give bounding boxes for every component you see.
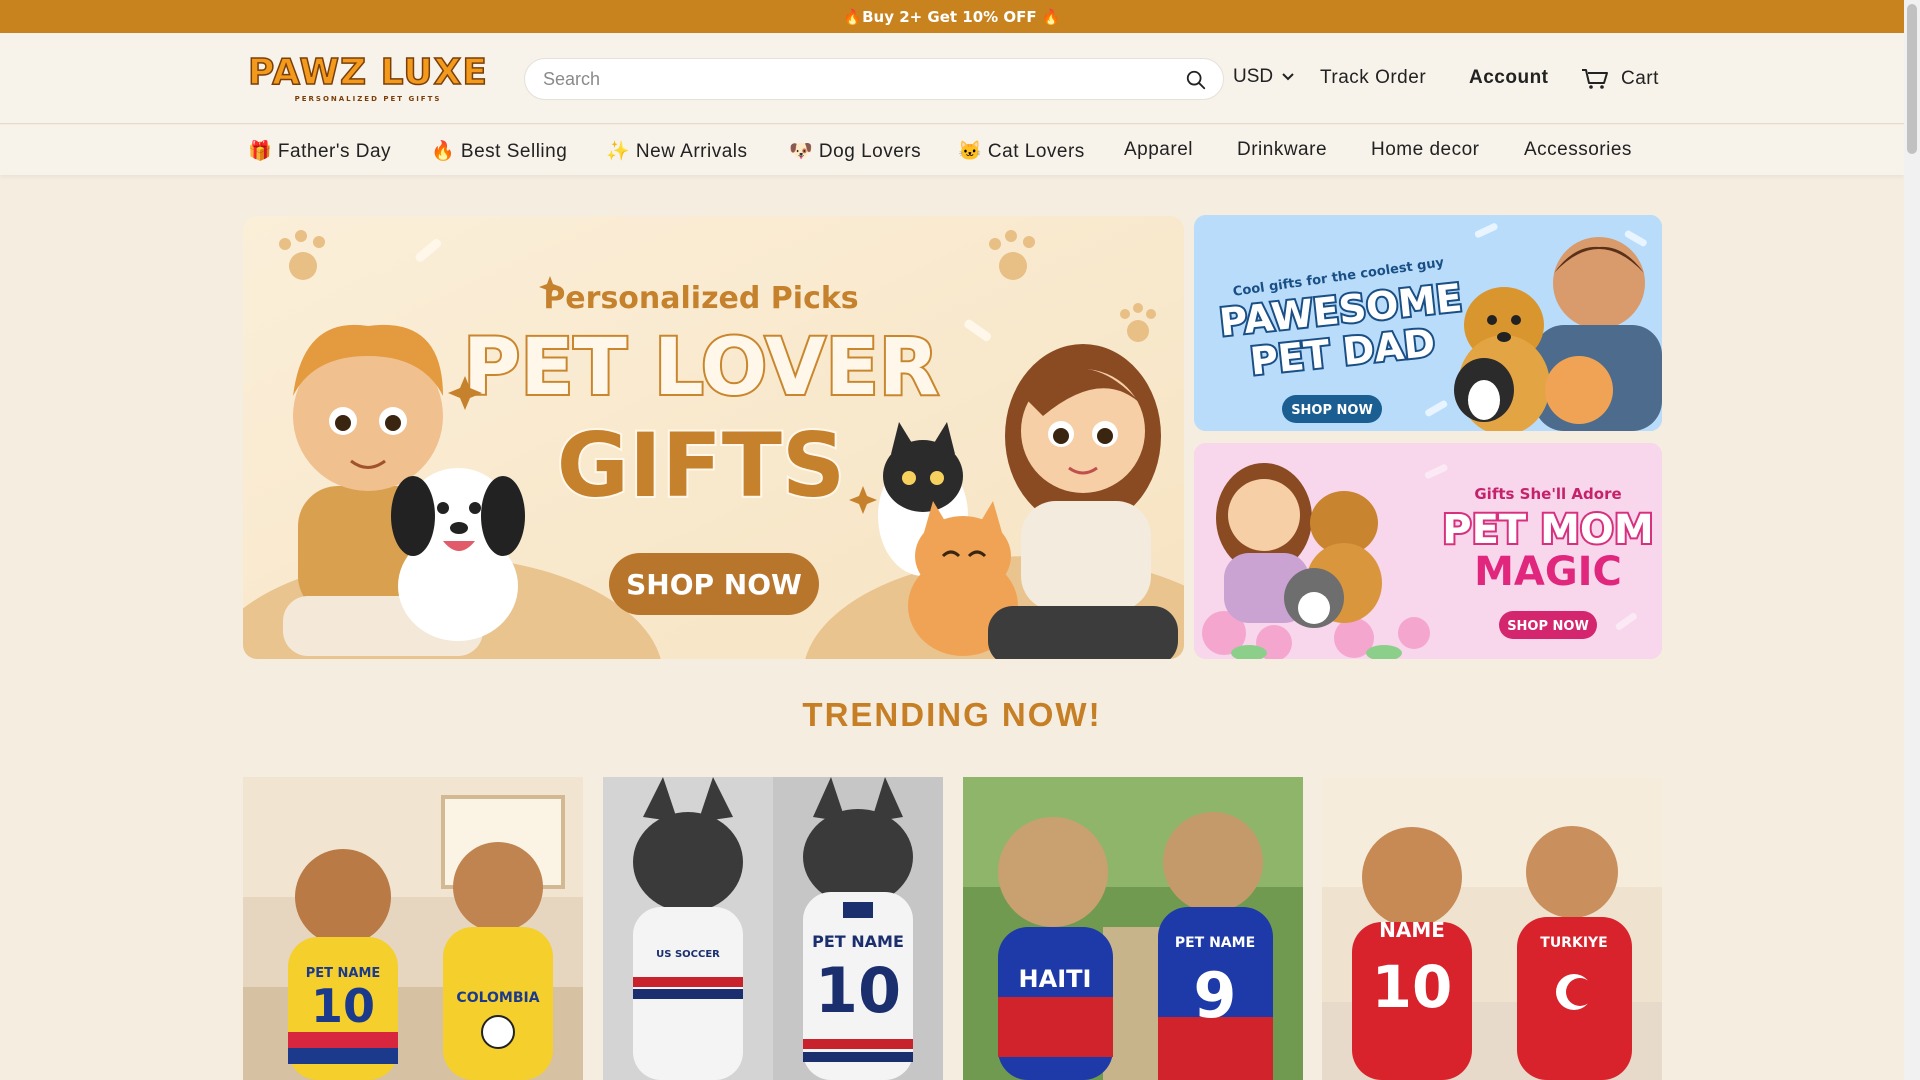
hero-title-line2: GIFTS xyxy=(557,414,846,517)
search-icon[interactable] xyxy=(1185,69,1207,91)
hero-banner-pet-mom[interactable]: Gifts She'll Adore PET MOM MAGIC SHOP NO… xyxy=(1194,443,1662,659)
track-order-link[interactable]: Track Order xyxy=(1320,67,1426,89)
product-card[interactable]: PET NAME 10 COLOMBIA xyxy=(243,777,583,1080)
pet-mom-title-line2: MAGIC xyxy=(1474,549,1622,595)
product-image: HAITI PET NAME 9 xyxy=(963,777,1303,1080)
product-image: NAME 10 TURKIYE xyxy=(1322,777,1662,1080)
product-card[interactable]: HAITI PET NAME 9 xyxy=(963,777,1303,1080)
site-header: PAWZ LUXE PERSONALIZED PET GIFTS USD Tra… xyxy=(0,33,1904,124)
jersey-label: PET NAME xyxy=(1175,935,1255,951)
nav-item-drinkware[interactable]: Drinkware xyxy=(1237,139,1327,161)
jersey-label: NAME xyxy=(1379,918,1445,942)
jersey-number: 10 xyxy=(311,979,375,1033)
page-scrollbar[interactable] xyxy=(1904,0,1920,1080)
pet-mom-kicker: Gifts She'll Adore xyxy=(1474,485,1621,503)
jersey-label: TURKIYE xyxy=(1540,935,1607,951)
cart-label: Cart xyxy=(1621,68,1659,89)
currency-selector[interactable]: USD xyxy=(1233,66,1295,88)
trending-heading: TRENDING NOW! xyxy=(802,696,1102,733)
jersey-number: 10 xyxy=(1372,953,1453,1021)
product-card[interactable]: NAME 10 TURKIYE xyxy=(1322,777,1662,1080)
announcement-text: 🔥Buy 2+ Get 10% OFF 🔥 xyxy=(843,7,1061,26)
hero-shop-now-button[interactable]: SHOP NOW xyxy=(626,568,802,601)
jersey-label: HAITI xyxy=(1019,965,1092,993)
pet-mom-shop-now-button[interactable]: SHOP NOW xyxy=(1507,619,1589,634)
logo-subtext: PERSONALIZED PET GIFTS xyxy=(294,95,442,103)
product-image: PET NAME 10 COLOMBIA xyxy=(243,777,583,1080)
hero-title-line1: PET LOVER xyxy=(463,323,939,413)
pet-mom-title-line1: PET MOM xyxy=(1442,507,1653,553)
hero-kicker: Personalized Picks xyxy=(543,281,858,316)
hero-banner-art: Personalized Picks PET LOVER GIFTS SHOP … xyxy=(243,216,1184,659)
cart-icon xyxy=(1582,69,1608,89)
nav-item-new-arrivals[interactable]: ✨ New Arrivals xyxy=(606,139,748,163)
jersey-label: COLOMBIA xyxy=(456,990,539,1006)
brand-logo[interactable]: PAWZ LUXE PERSONALIZED PET GIFTS xyxy=(247,52,488,107)
nav-item-dog-lovers[interactable]: 🐶 Dog Lovers xyxy=(789,139,921,163)
product-card[interactable]: US SOCCER PET NAME 10 xyxy=(603,777,943,1080)
account-link[interactable]: Account xyxy=(1469,67,1549,89)
nav-item-fathers-day[interactable]: 🎁 Father's Day xyxy=(248,139,391,163)
cart-link[interactable]: Cart xyxy=(1581,67,1659,91)
pet-dad-shop-now-button[interactable]: SHOP NOW xyxy=(1291,403,1373,418)
hero-banner-pet-lover-gifts[interactable]: Personalized Picks PET LOVER GIFTS SHOP … xyxy=(243,216,1184,659)
jersey-label: PET NAME xyxy=(812,932,904,951)
announcement-bar: 🔥Buy 2+ Get 10% OFF 🔥 xyxy=(0,0,1904,33)
hero-banner-pet-dad[interactable]: Cool gifts for the coolest guy PAWESOME … xyxy=(1194,215,1662,431)
main-nav: 🎁 Father's Day 🔥 Best Selling ✨ New Arri… xyxy=(0,125,1904,175)
jersey-number: 10 xyxy=(815,954,901,1027)
logo-text: PAWZ LUXE xyxy=(247,52,488,94)
currency-label: USD xyxy=(1233,66,1274,87)
chevron-down-icon xyxy=(1282,73,1294,81)
search-bar xyxy=(524,58,1224,100)
product-image: US SOCCER PET NAME 10 xyxy=(603,777,943,1080)
pet-dad-banner-art: Cool gifts for the coolest guy PAWESOME … xyxy=(1194,215,1662,431)
nav-item-apparel[interactable]: Apparel xyxy=(1124,139,1193,161)
nav-item-home-decor[interactable]: Home decor xyxy=(1371,139,1480,161)
nav-item-best-selling[interactable]: 🔥 Best Selling xyxy=(431,139,567,163)
search-input[interactable] xyxy=(543,59,1163,99)
nav-item-accessories[interactable]: Accessories xyxy=(1524,139,1632,161)
jersey-number: 9 xyxy=(1193,959,1236,1032)
scrollbar-thumb[interactable] xyxy=(1907,4,1917,154)
nav-item-cat-lovers[interactable]: 🐱 Cat Lovers xyxy=(958,139,1085,163)
pet-mom-banner-art: Gifts She'll Adore PET MOM MAGIC SHOP NO… xyxy=(1194,443,1662,659)
jersey-label: US SOCCER xyxy=(656,949,720,960)
